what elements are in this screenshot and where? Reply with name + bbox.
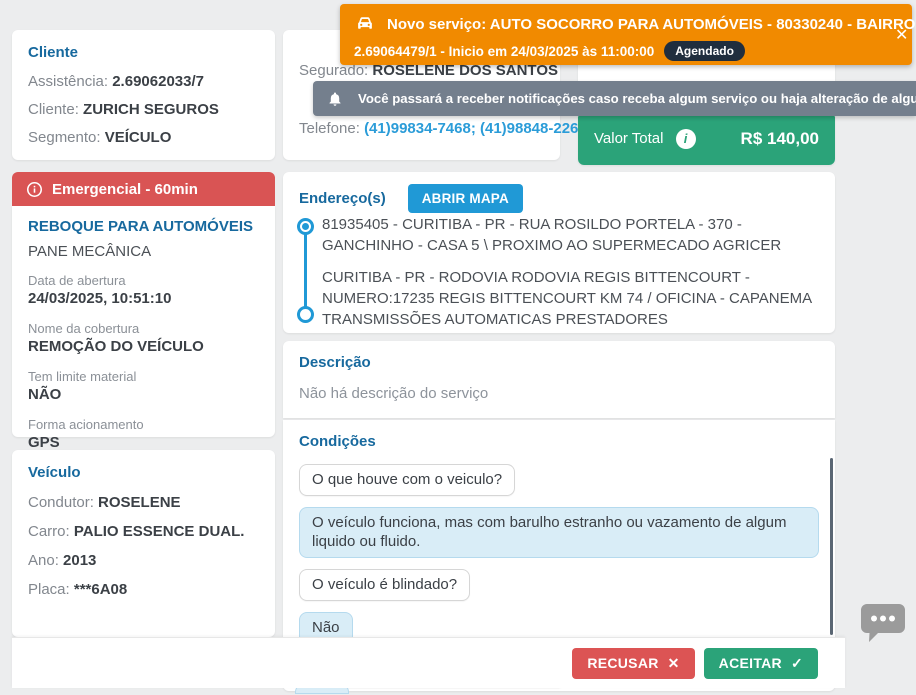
field-value: REMOÇÃO DO VEÍCULO xyxy=(28,338,204,355)
info-icon[interactable]: i xyxy=(675,128,696,149)
cliente-value: ZURICH SEGUROS xyxy=(83,101,219,118)
condutor-row: Condutor: ROSELENE xyxy=(28,494,259,511)
destination-address: CURITIBA - PR - RODOVIA RODOVIA REGIS BI… xyxy=(322,269,812,328)
chat-bubble-icon[interactable] xyxy=(856,598,908,646)
segmento-label: Segmento: xyxy=(28,129,101,146)
car-icon xyxy=(354,13,376,35)
placa-value: ***6A08 xyxy=(73,581,128,598)
field-limite-material: Tem limite material NÃO xyxy=(28,369,259,404)
recusar-label: RECUSAR xyxy=(587,655,659,671)
close-icon: ✕ xyxy=(667,654,680,671)
field-data-abertura: Data de abertura 24/03/2025, 10:51:10 xyxy=(28,273,259,308)
condutor-label: Condutor: xyxy=(28,494,94,511)
cliente-card: Cliente Assistência: 2.69062033/7 Client… xyxy=(12,30,275,160)
telefone-row: Telefone: (41)99834-7468; (41)98848-2261 xyxy=(299,120,587,137)
notification-message: Você passará a receber notificações caso… xyxy=(358,91,916,106)
field-value: 24/03/2025, 10:51:10 xyxy=(28,290,172,307)
new-service-title: Novo serviço: AUTO SOCORRO PARA AUTOMÓVE… xyxy=(387,15,916,33)
field-label: Nome da cobertura xyxy=(28,321,140,336)
urgency-banner: Emergencial - 60min xyxy=(12,172,275,206)
field-cobertura: Nome da cobertura REMOÇÃO DO VEÍCULO xyxy=(28,321,259,356)
cliente-row: Cliente: ZURICH SEGUROS xyxy=(28,101,259,118)
field-forma-acionamento: Forma acionamento GPS xyxy=(28,417,259,452)
servico-title: REBOQUE PARA AUTOMÓVEIS xyxy=(28,218,254,235)
telefone-label: Telefone: xyxy=(299,120,360,137)
bell-icon xyxy=(327,91,343,107)
veiculo-title: Veículo xyxy=(28,464,81,481)
aceitar-button[interactable]: ACEITAR ✓ xyxy=(703,647,818,679)
recusar-button[interactable]: RECUSAR ✕ xyxy=(572,647,695,679)
carro-value: PALIO ESSENCE DUAL. xyxy=(73,523,245,540)
destination-dot-icon xyxy=(297,306,314,323)
field-label: Data de abertura xyxy=(28,273,126,288)
telefone-links[interactable]: (41)99834-7468; (41)98848-2261 xyxy=(364,120,587,137)
field-label: Tem limite material xyxy=(28,369,137,384)
carro-row: Carro: PALIO ESSENCE DUAL. xyxy=(28,523,259,540)
servico-subtitle: PANE MECÂNICA xyxy=(28,243,152,260)
new-service-banner: Novo serviço: AUTO SOCORRO PARA AUTOMÓVE… xyxy=(340,4,916,65)
field-value: NÃO xyxy=(28,386,62,403)
info-circle-icon xyxy=(26,181,43,198)
valor-total-value: R$ 140,00 xyxy=(740,128,819,148)
condutor-value: ROSELENE xyxy=(98,494,181,511)
condition-question: O veículo é blindado? xyxy=(299,569,471,601)
urgency-label: Emergencial - 60min xyxy=(52,180,198,198)
segmento-value: VEÍCULO xyxy=(104,129,172,146)
cliente-title: Cliente xyxy=(28,44,79,61)
notification-bar: Você passará a receber notificações caso… xyxy=(313,81,916,116)
condition-answer: O veículo funciona, mas com barulho estr… xyxy=(299,507,819,558)
action-footer: RECUSAR ✕ ACEITAR ✓ xyxy=(12,637,845,688)
valor-total-label: Valor Total xyxy=(594,130,664,147)
ano-row: Ano: 2013 xyxy=(28,552,259,569)
route-line xyxy=(304,228,307,312)
status-badge: Agendado xyxy=(664,41,745,61)
enderecos-title: Endereço(s) xyxy=(299,190,386,207)
carro-label: Carro: xyxy=(28,523,70,540)
condicoes-title: Condições xyxy=(299,433,376,450)
servico-card: REBOQUE PARA AUTOMÓVEIS PANE MECÂNICA Da… xyxy=(12,206,275,451)
placa-row: Placa: ***6A08 xyxy=(28,581,259,598)
origin-address: 81935405 - CURITIBA - PR - RUA ROSILDO P… xyxy=(322,216,782,254)
descricao-card: Descrição Não há descrição do serviço xyxy=(283,341,835,418)
ano-label: Ano: xyxy=(28,552,59,569)
assistencia-row: Assistência: 2.69062033/7 xyxy=(28,73,259,90)
abrir-mapa-button[interactable]: ABRIR MAPA xyxy=(407,184,523,213)
new-service-subtitle: 2.69064479/1 - Inicio em 24/03/2025 às 1… xyxy=(354,43,655,59)
cliente-label: Cliente: xyxy=(28,101,79,118)
field-label: Forma acionamento xyxy=(28,417,144,432)
check-icon: ✓ xyxy=(790,654,803,671)
enderecos-card: Endereço(s) ABRIR MAPA 81935405 - CURITI… xyxy=(283,172,835,333)
veiculo-card: Veículo Condutor: ROSELENE Carro: PALIO … xyxy=(12,450,275,637)
descricao-title: Descrição xyxy=(299,354,371,371)
aceitar-label: ACEITAR xyxy=(718,655,782,671)
origin-dot-icon xyxy=(297,218,314,235)
valor-total-box: Valor Total i R$ 140,00 xyxy=(578,112,835,165)
assistencia-value: 2.69062033/7 xyxy=(112,73,204,90)
condition-question: O que houve com o veiculo? xyxy=(299,464,516,496)
ano-value: 2013 xyxy=(63,552,97,569)
close-icon[interactable]: ✕ xyxy=(895,28,913,44)
condicoes-scrollbar[interactable] xyxy=(830,458,833,635)
placa-label: Placa: xyxy=(28,581,70,598)
descricao-empty-text: Não há descrição do serviço xyxy=(299,385,489,402)
segmento-row: Segmento: VEÍCULO xyxy=(28,129,259,146)
assistencia-label: Assistência: xyxy=(28,73,109,90)
